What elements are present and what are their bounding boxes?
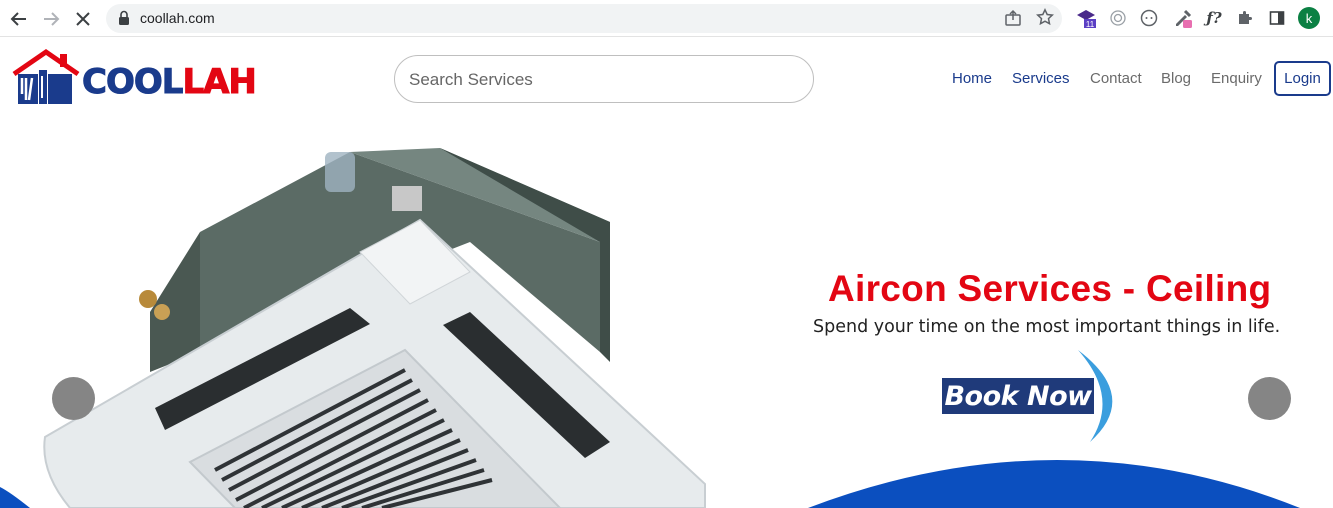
site-logo[interactable]: COOLLAH	[12, 48, 264, 108]
extension-target-icon[interactable]	[1107, 7, 1129, 29]
nav-home[interactable]: Home	[952, 70, 992, 87]
side-panel-icon[interactable]	[1266, 7, 1288, 29]
extension-font-finder-icon[interactable]: ƒ?	[1203, 7, 1225, 29]
slider-prev-button[interactable]	[52, 377, 95, 420]
extension-eyedropper-icon[interactable]	[1172, 7, 1194, 29]
address-bar[interactable]: coollah.com	[106, 4, 1062, 33]
hero-title: Aircon Services - Ceiling	[828, 268, 1272, 309]
extension-graduation-cap-icon[interactable]: 11	[1076, 7, 1098, 29]
back-arrow-icon[interactable]	[7, 7, 31, 31]
lock-icon	[118, 10, 130, 31]
ceiling-aircon-image	[43, 148, 706, 508]
profile-avatar[interactable]: k	[1298, 7, 1320, 29]
hero-slider: Aircon Services - Ceiling Spend your tim…	[0, 112, 1333, 508]
extensions-puzzle-icon[interactable]	[1234, 7, 1256, 29]
nav-contact[interactable]: Contact	[1090, 70, 1142, 87]
extension-badge-count: 11	[1086, 20, 1095, 29]
extension-face-icon[interactable]	[1138, 7, 1160, 29]
book-now-graphic[interactable]: Book Now	[940, 348, 1122, 444]
nav-blog[interactable]: Blog	[1161, 70, 1191, 87]
stop-loading-icon[interactable]	[71, 7, 95, 31]
search-box[interactable]	[394, 55, 814, 103]
logo-wordmark: COOLLAH	[81, 62, 257, 103]
hero-subtitle: Spend your time on the most important th…	[813, 317, 1281, 337]
nav-enquiry[interactable]: Enquiry	[1211, 70, 1262, 87]
share-icon[interactable]	[1004, 9, 1022, 32]
logo-text-lah: LAH	[182, 62, 257, 103]
house-tools-logo-icon	[12, 48, 80, 104]
bookmark-star-icon[interactable]	[1035, 8, 1055, 31]
login-button[interactable]: Login	[1274, 61, 1331, 96]
nav-services[interactable]: Services	[1012, 70, 1070, 87]
browser-toolbar: coollah.com 11 ƒ? k	[0, 0, 1333, 37]
url-text: coollah.com	[140, 10, 215, 26]
forward-arrow-icon[interactable]	[39, 7, 63, 31]
hero-background	[0, 148, 1300, 508]
book-now-button[interactable]: Book Now	[942, 378, 1094, 414]
logo-text-cool: COOL	[81, 62, 183, 103]
slider-next-button[interactable]	[1248, 377, 1291, 420]
search-input[interactable]	[409, 67, 799, 93]
